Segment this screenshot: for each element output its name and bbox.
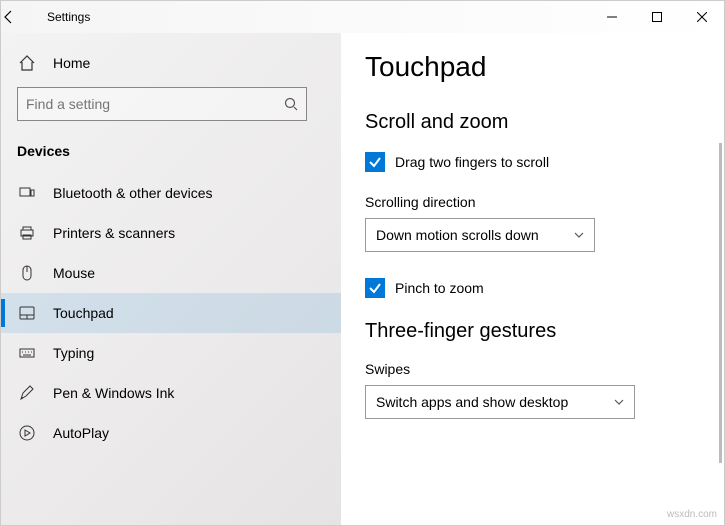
- nav-home-label: Home: [53, 55, 90, 71]
- page-title: Touchpad: [365, 51, 700, 83]
- swipes-label: Swipes: [365, 361, 700, 377]
- dropdown-value: Switch apps and show desktop: [376, 394, 568, 410]
- autoplay-icon: [17, 423, 37, 443]
- devices-icon: [17, 183, 37, 203]
- sidebar-section: Devices: [1, 133, 341, 173]
- checkbox-label: Pinch to zoom: [395, 280, 484, 296]
- scroll-direction-dropdown[interactable]: Down motion scrolls down: [365, 218, 595, 252]
- sidebar-item-label: Bluetooth & other devices: [53, 185, 213, 201]
- sidebar-item-mouse[interactable]: Mouse: [1, 253, 341, 293]
- titlebar: Settings: [1, 1, 724, 33]
- back-button[interactable]: [1, 9, 41, 25]
- checkbox-pinch-zoom[interactable]: Pinch to zoom: [365, 278, 700, 298]
- sidebar-item-printers[interactable]: Printers & scanners: [1, 213, 341, 253]
- close-button[interactable]: [679, 1, 724, 33]
- checkmark-icon: [365, 278, 385, 298]
- sidebar: Home Devices Bluetooth & other devices: [1, 33, 341, 525]
- printer-icon: [17, 223, 37, 243]
- chevron-down-icon: [614, 399, 624, 405]
- sidebar-item-label: Printers & scanners: [53, 225, 175, 241]
- checkbox-label: Drag two fingers to scroll: [395, 154, 549, 170]
- sidebar-item-bluetooth[interactable]: Bluetooth & other devices: [1, 173, 341, 213]
- home-icon: [17, 53, 37, 73]
- keyboard-icon: [17, 343, 37, 363]
- nav-home[interactable]: Home: [1, 43, 341, 83]
- scrollbar[interactable]: [719, 143, 722, 463]
- sidebar-item-label: AutoPlay: [53, 425, 109, 441]
- mouse-icon: [17, 263, 37, 283]
- checkbox-drag-two-fingers[interactable]: Drag two fingers to scroll: [365, 152, 700, 172]
- sidebar-item-label: Pen & Windows Ink: [53, 385, 174, 401]
- sidebar-item-autoplay[interactable]: AutoPlay: [1, 413, 341, 453]
- minimize-button[interactable]: [589, 1, 634, 33]
- swipes-dropdown[interactable]: Switch apps and show desktop: [365, 385, 635, 419]
- maximize-button[interactable]: [634, 1, 679, 33]
- search-icon: [284, 97, 298, 111]
- pen-icon: [17, 383, 37, 403]
- main-panel: Touchpad Scroll and zoom Drag two finger…: [341, 33, 724, 525]
- search-box[interactable]: [17, 87, 307, 121]
- section-three-finger: Three-finger gestures: [365, 320, 700, 343]
- checkmark-icon: [365, 152, 385, 172]
- touchpad-icon: [17, 303, 37, 323]
- dropdown-value: Down motion scrolls down: [376, 227, 539, 243]
- watermark: wsxdn.com: [667, 509, 717, 520]
- sidebar-item-typing[interactable]: Typing: [1, 333, 341, 373]
- chevron-down-icon: [574, 232, 584, 238]
- section-scroll-zoom: Scroll and zoom: [365, 111, 700, 134]
- sidebar-item-label: Mouse: [53, 265, 95, 281]
- scroll-direction-label: Scrolling direction: [365, 194, 700, 210]
- window-title: Settings: [47, 10, 90, 24]
- sidebar-item-touchpad[interactable]: Touchpad: [1, 293, 341, 333]
- sidebar-item-label: Touchpad: [53, 305, 114, 321]
- search-input[interactable]: [26, 96, 284, 112]
- sidebar-item-pen[interactable]: Pen & Windows Ink: [1, 373, 341, 413]
- sidebar-item-label: Typing: [53, 345, 94, 361]
